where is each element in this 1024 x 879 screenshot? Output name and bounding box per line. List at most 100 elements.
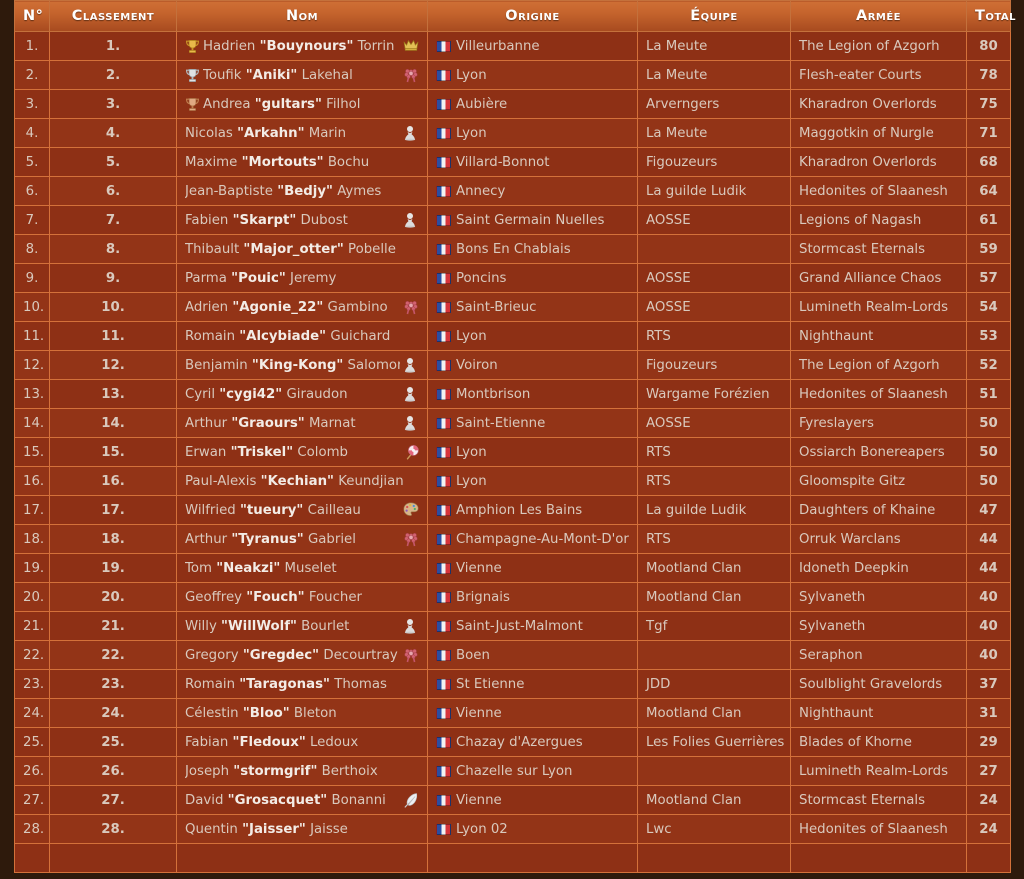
cell-partial — [14, 843, 50, 873]
french-flag-icon — [436, 562, 451, 574]
origin-cell: Lyon 02 — [436, 822, 629, 837]
player-first-name: Gregory — [185, 647, 239, 663]
table-row[interactable]: 4. 4. Nicolas "Arkahn" Marin Lyon La Meute Ma… — [14, 118, 1011, 148]
table-row[interactable]: 2. 2. Toufik "Aniki" Lakehal Lyon La Meute Fl… — [14, 60, 1011, 90]
player-last-name: Pobelle — [348, 241, 396, 257]
name-cell: Quentin "Jaisser" Jaisse — [185, 816, 419, 843]
cell-partial — [176, 843, 428, 873]
cell-name: Joseph "stormgrif" Berthoix — [176, 756, 428, 786]
player-nickname: "Aniki" — [245, 67, 298, 83]
cell-name: Romain "Taragonas" Thomas — [176, 669, 428, 699]
player-first-name: Arthur — [185, 531, 228, 547]
cell-team: AOSSE — [637, 408, 791, 438]
cell-rank: 14. — [49, 408, 177, 438]
column-header-origin[interactable]: Origine — [427, 0, 638, 32]
table-row[interactable]: 6. 6. Jean-Baptiste "Bedjy" Aymes Annecy La … — [14, 176, 1011, 206]
table-row[interactable]: 28. 28. Quentin "Jaisser" Jaisse Lyon 02 Lwc… — [14, 814, 1011, 844]
column-header-rank[interactable]: Classement — [49, 0, 177, 32]
cell-name: Arthur "Tyranus" Gabriel — [176, 524, 428, 554]
origin-label: Saint-Etienne — [456, 415, 546, 431]
feather-icon — [403, 792, 419, 808]
player-nickname: "Pouic" — [231, 270, 286, 286]
origin-cell: Lyon — [436, 68, 629, 83]
cell-origin: Saint-Brieuc — [427, 292, 638, 322]
player-last-name: Bourlet — [301, 618, 350, 634]
table-row[interactable]: 18. 18. Arthur "Tyranus" Gabriel Champagne-… — [14, 524, 1011, 554]
cell-rank: 15. — [49, 437, 177, 467]
french-flag-icon — [436, 446, 451, 458]
table-row[interactable]: 8. 8. Thibault "Major_otter" Pobelle Bons E… — [14, 234, 1011, 264]
table-row[interactable]: 26. 26. Joseph "stormgrif" Berthoix Chazell… — [14, 756, 1011, 786]
table-row[interactable]: 5. 5. Maxime "Mortouts" Bochu Villard-Bonno… — [14, 147, 1011, 177]
rosette-icon — [403, 531, 419, 547]
cell-army: Sylvaneth — [790, 611, 967, 641]
table-row[interactable]: 23. 23. Romain "Taragonas" Thomas St Etienn… — [14, 669, 1011, 699]
french-flag-icon — [436, 359, 451, 371]
name-cell: Gregory "Gregdec" Decourtray — [185, 642, 419, 669]
table-row[interactable]: 22. 22. Gregory "Gregdec" Decourtray Boen Se… — [14, 640, 1011, 670]
origin-cell: Saint-Brieuc — [436, 300, 629, 315]
cell-team: RTS — [637, 321, 791, 351]
column-header-army[interactable]: Armée — [790, 0, 967, 32]
player-last-name: Lakehal — [301, 67, 353, 83]
table-row[interactable]: 9. 9. Parma "Pouic" Jeremy Poncins AOSSE Gran… — [14, 263, 1011, 293]
table-row[interactable]: 17. 17. Wilfried "tueury" Cailleau Amphion … — [14, 495, 1011, 525]
player-nickname: "Bedjy" — [277, 183, 333, 199]
french-flag-icon — [436, 40, 451, 52]
table-row[interactable]: 3. 3. Andrea "gultars" Filhol Aubière Arvern… — [14, 89, 1011, 119]
column-header-team[interactable]: Équipe — [637, 0, 791, 32]
player-name: Maxime "Mortouts" Bochu — [185, 155, 419, 170]
cell-total: 50 — [966, 466, 1011, 496]
cell-num: 1. — [14, 31, 50, 61]
cell-army: Soulblight Gravelords — [790, 669, 967, 699]
column-header-num[interactable]: N° — [14, 0, 50, 32]
table-row[interactable]: 1. 1. Hadrien "Bouynours" Torrin Villeurban… — [14, 31, 1011, 61]
ranking-page: N° Classement Nom Origine Équipe Armée T… — [0, 0, 1024, 879]
table-row[interactable]: 24. 24. Célestin "Bloo" Bleton Vienne Mootla… — [14, 698, 1011, 728]
player-last-name: Decourtray — [323, 647, 398, 663]
column-header-total[interactable]: Total — [966, 0, 1016, 32]
table-row[interactable]: 10. 10. Adrien "Agonie_22" Gambino Saint-Br… — [14, 292, 1011, 322]
player-first-name: Romain — [185, 676, 235, 692]
name-cell: Joseph "stormgrif" Berthoix — [185, 758, 419, 785]
player-last-name: Foucher — [308, 589, 362, 605]
table-row[interactable]: 20. 20. Geoffrey "Fouch" Foucher Brignais Mo… — [14, 582, 1011, 612]
player-last-name: Torrin — [357, 38, 395, 54]
origin-cell: Lyon — [436, 445, 629, 460]
player-nickname: "cygi42" — [219, 386, 283, 402]
origin-cell: Lyon — [436, 329, 629, 344]
table-row[interactable]: 21. 21. Willy "WillWolf" Bourlet Saint-Just… — [14, 611, 1011, 641]
player-name: Willy "WillWolf" Bourlet — [185, 619, 400, 634]
table-row[interactable]: 25. 25. Fabian "Fledoux" Ledoux Chazay d'Az… — [14, 727, 1011, 757]
player-nickname: "tueury" — [239, 502, 304, 518]
cell-name: Fabian "Fledoux" Ledoux — [176, 727, 428, 757]
table-row[interactable]: 27. 27. David "Grosacquet" Bonanni Vienne Mo… — [14, 785, 1011, 815]
cell-rank: 23. — [49, 669, 177, 699]
column-header-name[interactable]: Nom — [176, 0, 428, 32]
cell-name: Thibault "Major_otter" Pobelle — [176, 234, 428, 264]
table-row[interactable]: 13. 13. Cyril "cygi42" Giraudon Montbrison W… — [14, 379, 1011, 409]
player-name: Fabian "Fledoux" Ledoux — [185, 735, 419, 750]
table-row[interactable]: 14. 14. Arthur "Graours" Marnat Saint-Etien… — [14, 408, 1011, 438]
gold-trophy-icon — [185, 39, 200, 54]
player-first-name: Cyril — [185, 386, 216, 402]
cell-origin: Annecy — [427, 176, 638, 206]
origin-label: Vienne — [456, 705, 502, 721]
table-row[interactable]: 15. 15. Erwan "Triskel" Colomb Lyon RTS Ossia… — [14, 437, 1011, 467]
cell-total: 53 — [966, 321, 1011, 351]
name-cell: Benjamin "King-Kong" Salomon — [185, 352, 419, 379]
cell-origin: Chazay d'Azergues — [427, 727, 638, 757]
table-row[interactable]: 16. 16. Paul-Alexis "Kechian" Keundjian Lyo… — [14, 466, 1011, 496]
cell-rank: 7. — [49, 205, 177, 235]
player-first-name: Arthur — [185, 415, 228, 431]
table-row[interactable]: 7. 7. Fabien "Skarpt" Dubost Saint Germain … — [14, 205, 1011, 235]
table-row[interactable]: 19. 19. Tom "Neakzi" Muselet Vienne Mootland… — [14, 553, 1011, 583]
table-row[interactable]: 11. 11. Romain "Alcybiade" Guichard Lyon RTS… — [14, 321, 1011, 351]
player-last-name: Marin — [308, 125, 346, 141]
player-first-name: Maxime — [185, 154, 238, 170]
table-row[interactable]: 12. 12. Benjamin "King-Kong" Salomon Voiron… — [14, 350, 1011, 380]
cell-total: 71 — [966, 118, 1011, 148]
cell-name: Tom "Neakzi" Muselet — [176, 553, 428, 583]
cell-total: 27 — [966, 756, 1011, 786]
player-name: Erwan "Triskel" Colomb — [185, 445, 400, 460]
